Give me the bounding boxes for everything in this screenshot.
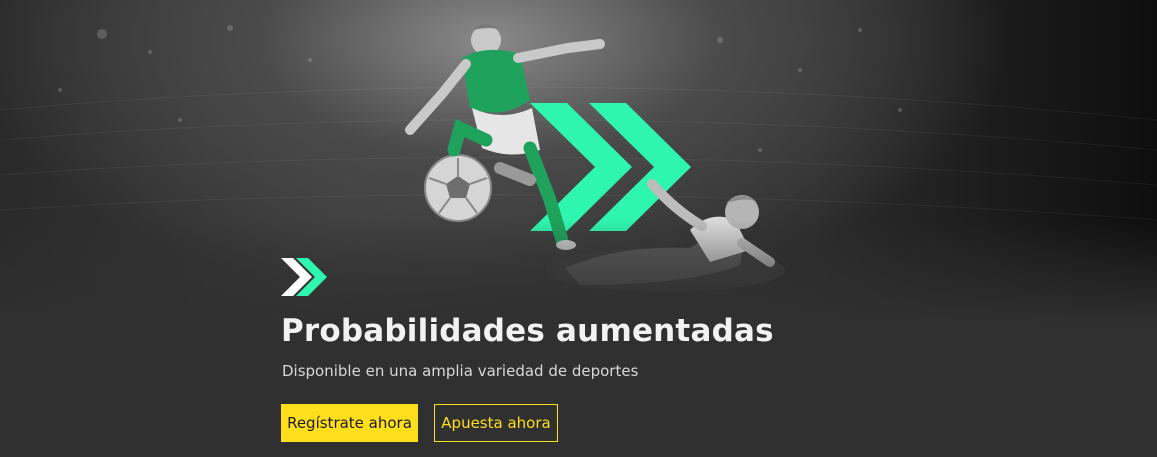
promo-subtitle: Disponible en una amplia variedad de dep… bbox=[282, 362, 639, 380]
register-button[interactable]: Regístrate ahora bbox=[281, 404, 418, 442]
bet-now-button[interactable]: Apuesta ahora bbox=[434, 404, 558, 442]
double-chevron-right-icon bbox=[281, 258, 327, 296]
promo-banner: Probabilidades aumentadas Disponible en … bbox=[0, 0, 1157, 457]
soccer-ball bbox=[424, 154, 492, 222]
promo-title: Probabilidades aumentadas bbox=[281, 313, 774, 349]
